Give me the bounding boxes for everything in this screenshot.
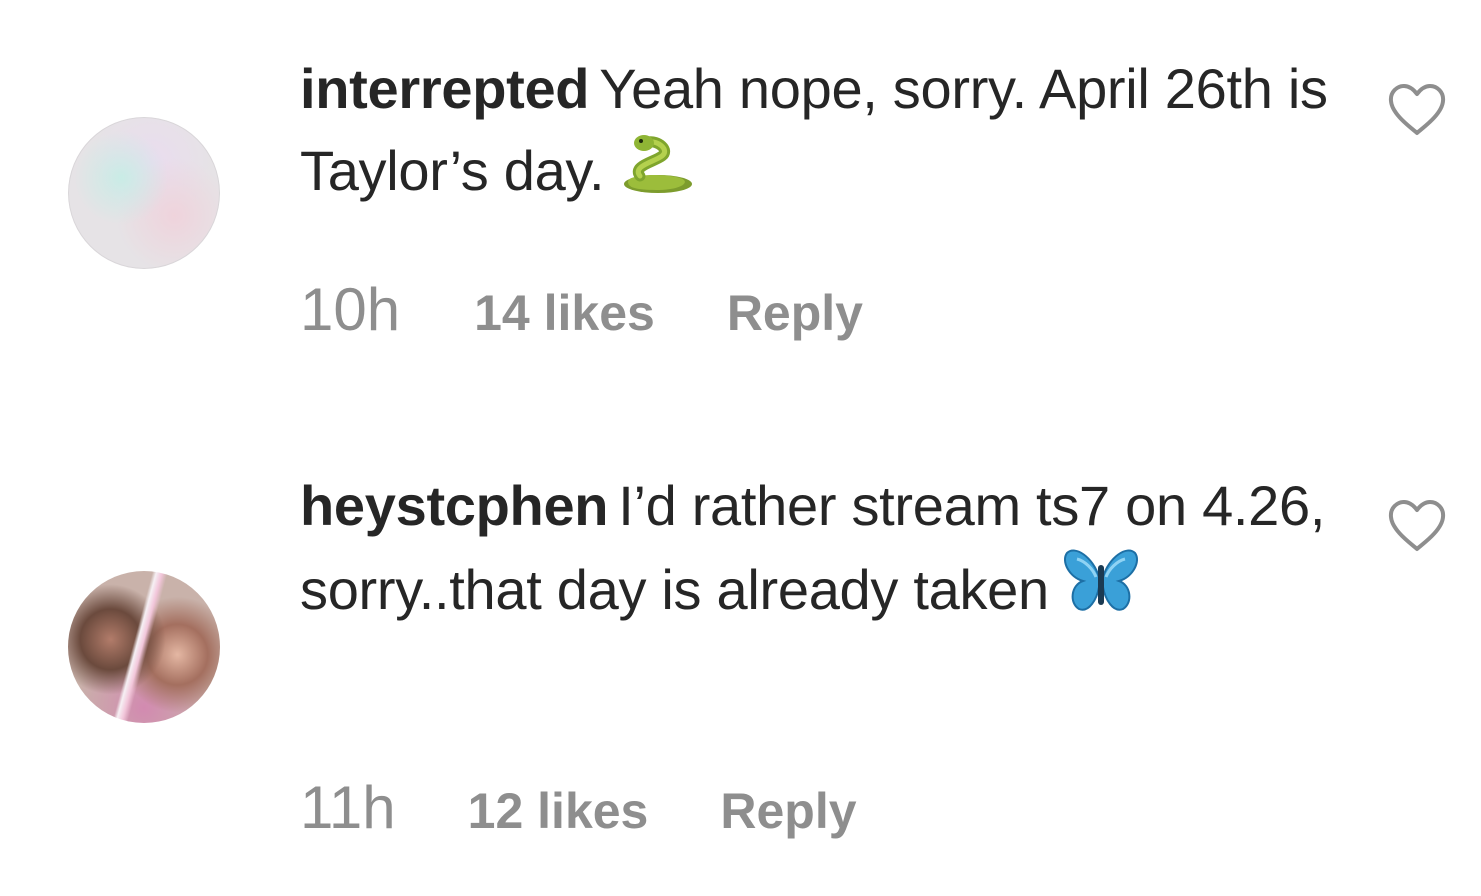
comment-text: heystcphen I’d rather stream ts7 on 4.26,…	[300, 465, 1330, 637]
avatar[interactable]	[68, 117, 220, 269]
avatar[interactable]	[68, 571, 220, 723]
comment-meta: 11h 12 likes Reply	[300, 773, 857, 842]
comment-item: interrepted Yeah nope, sorry. April 26th …	[0, 0, 1481, 400]
comment-username[interactable]: heystcphen	[300, 474, 609, 537]
comment-username[interactable]: interrepted	[300, 57, 590, 120]
reply-button[interactable]: Reply	[720, 782, 856, 840]
comment-text: interrepted Yeah nope, sorry. April 26th …	[300, 48, 1330, 218]
comment-item: heystcphen I’d rather stream ts7 on 4.26,…	[0, 420, 1481, 890]
butterfly-emoji-icon	[1063, 547, 1139, 637]
comment-timestamp[interactable]: 11h	[300, 773, 396, 842]
comment-body: heystcphen I’d rather stream ts7 on 4.26,…	[300, 465, 1330, 637]
snake-emoji-icon	[618, 132, 696, 218]
heart-outline-icon[interactable]	[1386, 82, 1448, 138]
comment-body: interrepted Yeah nope, sorry. April 26th …	[300, 48, 1330, 218]
comment-meta: 10h 14 likes Reply	[300, 275, 863, 344]
comment-timestamp[interactable]: 10h	[300, 275, 400, 344]
comment-like-count[interactable]: 12 likes	[468, 782, 649, 840]
heart-outline-icon[interactable]	[1386, 498, 1448, 554]
comment-like-count[interactable]: 14 likes	[474, 284, 655, 342]
reply-button[interactable]: Reply	[727, 284, 863, 342]
